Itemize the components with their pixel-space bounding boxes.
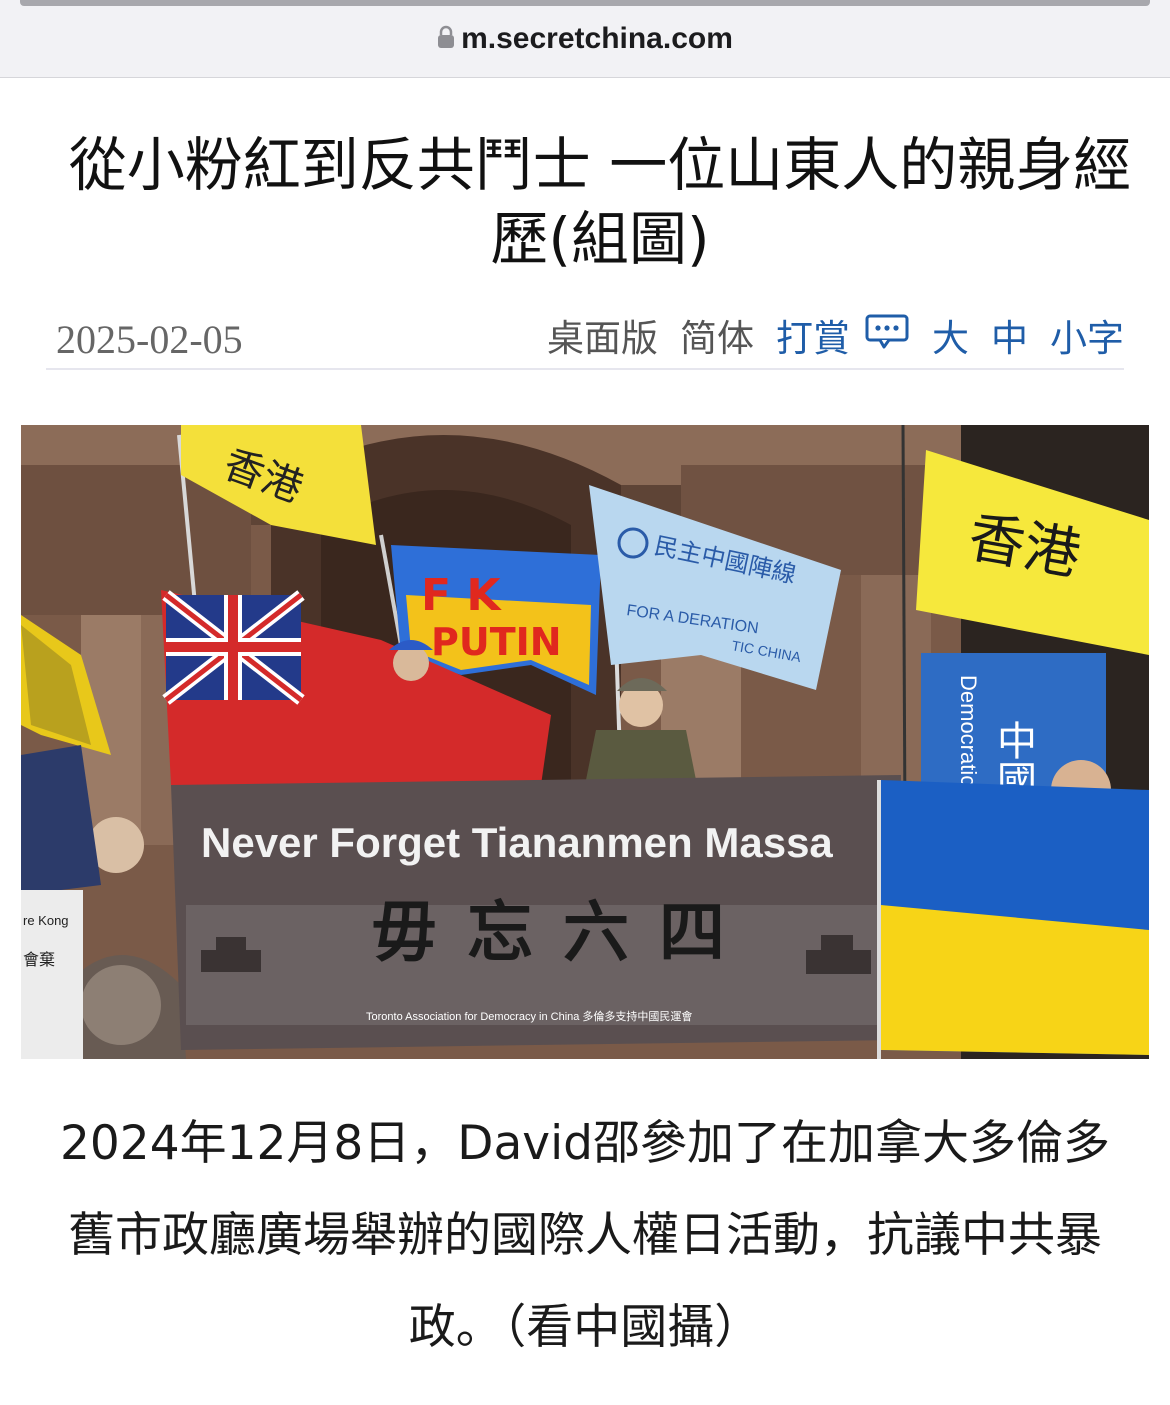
browser-address-bar[interactable]: m.secretchina.com	[0, 0, 1170, 78]
font-size-large[interactable]: 大	[932, 308, 969, 362]
url-display[interactable]: m.secretchina.com	[0, 22, 1170, 57]
simplified-chinese-link[interactable]: 简体	[680, 308, 754, 362]
url-text: m.secretchina.com	[461, 22, 733, 55]
sign-text: re Kong	[23, 913, 69, 928]
photo-caption: 2024年12月8日，David邵參加了在加拿大多倫多舊市政廳廣場舉辦的國際人權…	[59, 1116, 1111, 1355]
lock-icon	[437, 23, 455, 57]
tip-link[interactable]: 打賞	[776, 308, 850, 362]
desktop-version-link[interactable]: 桌面版	[547, 308, 658, 362]
sign-cn-text: 會棄	[23, 950, 55, 969]
header-divider	[46, 368, 1124, 370]
article-photo[interactable]: 香港 F K PUTIN 民主中國陣線 FOR A DERATION TIC C…	[21, 425, 1149, 1059]
svg-text:PUTIN: PUTIN	[431, 620, 562, 664]
browser-top-strip	[20, 0, 1150, 6]
article-toolbar: 桌面版 简体 打賞 大 中 小字	[525, 308, 1124, 362]
font-size-small[interactable]: 小字	[1050, 308, 1124, 362]
blue-banner-en-text: Democratic	[956, 675, 981, 786]
comment-icon[interactable]	[864, 311, 910, 360]
banner-chinese-text: 毋忘六四	[371, 893, 755, 971]
banner-english-text: Never Forget Tiananmen Massa	[201, 819, 833, 866]
article-date: 2025-02-05	[56, 317, 243, 362]
font-size-medium[interactable]: 中	[991, 308, 1028, 362]
banner-footer-text: Toronto Association for Democracy in Chi…	[366, 1009, 692, 1023]
protest-photo-illustration: 香港 F K PUTIN 民主中國陣線 FOR A DERATION TIC C…	[21, 425, 1149, 1059]
article-title: 從小粉紅到反共鬥士 一位山東人的親身經歷(組圖)	[68, 131, 1132, 273]
svg-text:F K: F K	[421, 570, 502, 621]
